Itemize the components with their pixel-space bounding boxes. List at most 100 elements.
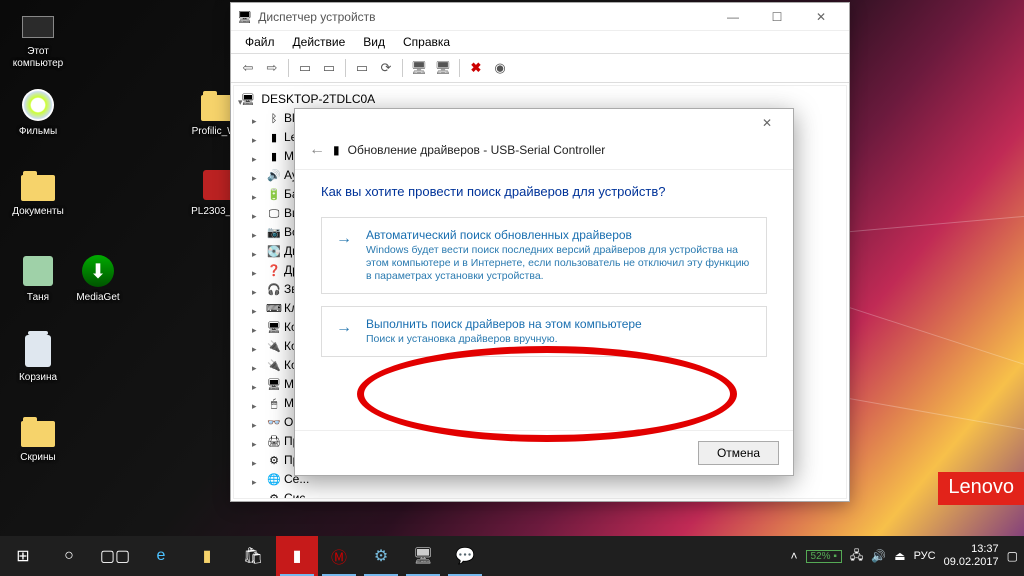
option-description: Windows будет вести поиск последних верс…: [366, 244, 754, 283]
wizard-back-button[interactable]: ←: [309, 141, 325, 159]
desktop-icon-documents[interactable]: Документы: [8, 168, 68, 218]
monitor-icon: [22, 16, 54, 38]
battery-indicator[interactable]: 52% ▪: [806, 550, 842, 563]
expand-icon[interactable]: ▸: [252, 169, 262, 179]
menu-view[interactable]: Вид: [355, 33, 393, 51]
usb-icon[interactable]: ⏏: [894, 549, 905, 563]
device-category-icon: 👓: [266, 414, 282, 432]
clock-date: 09.02.2017: [944, 556, 999, 569]
taskbar-app-mcafee[interactable]: Ⓜ: [318, 536, 360, 576]
toolbar-btn[interactable]: 🖥: [408, 57, 430, 79]
uninstall-button[interactable]: ✖: [465, 57, 487, 79]
option-auto-search[interactable]: → Автоматический поиск обновленных драйв…: [321, 217, 767, 294]
tree-root[interactable]: ▾ 🖥 DESKTOP-2TDLC0A: [236, 90, 842, 109]
network-icon[interactable]: 🖧: [850, 546, 863, 567]
device-category-icon: 🔌: [266, 338, 282, 356]
expand-icon[interactable]: ▸: [252, 264, 262, 274]
option-title: Выполнить поиск драйверов на этом компью…: [366, 317, 754, 331]
search-button[interactable]: ○: [46, 547, 92, 565]
option-browse-computer[interactable]: → Выполнить поиск драйверов на этом комп…: [321, 306, 767, 357]
store-app[interactable]: 🛍: [230, 546, 276, 566]
wizard-header: ← ▮ Обновление драйверов - USB-Serial Co…: [295, 137, 793, 170]
expand-icon[interactable]: ▸: [252, 321, 262, 331]
menu-help[interactable]: Справка: [395, 33, 458, 51]
menu-file[interactable]: Файл: [237, 33, 283, 51]
device-category-icon: 🌐: [266, 471, 282, 489]
wizard-close-button[interactable]: ✕: [745, 110, 789, 136]
tree-root-label: DESKTOP-2TDLC0A: [261, 92, 375, 106]
task-view-button[interactable]: ▢▢: [92, 546, 138, 566]
edge-app[interactable]: e: [138, 547, 184, 565]
cancel-button[interactable]: Отмена: [698, 441, 779, 465]
scan-button[interactable]: ◉: [489, 57, 511, 79]
expand-icon[interactable]: ▸: [252, 131, 262, 141]
expand-icon[interactable]: ▸: [252, 112, 262, 122]
titlebar[interactable]: 🖥 Диспетчер устройств — ☐ ✕: [231, 3, 849, 31]
desktop-icon-movies[interactable]: Фильмы: [8, 88, 68, 138]
desktop-icon-trash[interactable]: Корзина: [8, 334, 68, 384]
toolbar-btn[interactable]: 🖥: [432, 57, 454, 79]
device-category-icon: ⚙: [266, 452, 282, 470]
minimize-button[interactable]: —: [711, 3, 755, 31]
tray-up-icon[interactable]: ˄: [791, 549, 798, 563]
maximize-button[interactable]: ☐: [755, 3, 799, 31]
back-button[interactable]: ⇦: [237, 57, 259, 79]
wizard-title: Обновление драйверов - USB-Serial Contro…: [348, 143, 606, 157]
expand-icon[interactable]: ▸: [252, 188, 262, 198]
expand-icon[interactable]: ▸: [252, 150, 262, 160]
taskbar-app[interactable]: 💬: [444, 536, 486, 576]
toolbar-btn[interactable]: ▭: [351, 57, 373, 79]
toolbar-btn[interactable]: ▭: [318, 57, 340, 79]
device-category-icon: ▮: [266, 129, 282, 147]
expand-icon[interactable]: ▸: [252, 492, 262, 499]
expand-icon[interactable]: ▸: [252, 245, 262, 255]
desktop-icon-user[interactable]: Таня: [8, 254, 68, 304]
expand-icon[interactable]: ▸: [252, 435, 262, 445]
menu-action[interactable]: Действие: [285, 33, 354, 51]
expand-icon[interactable]: ▸: [252, 397, 262, 407]
taskbar-app-devmgr[interactable]: 🖥: [402, 536, 444, 576]
device-category-icon: ▮: [266, 148, 282, 166]
forward-button[interactable]: ⇨: [261, 57, 283, 79]
desktop-icon-mediaget[interactable]: ⬇ MediaGet: [68, 254, 128, 304]
device-category-icon: 🖨: [266, 433, 282, 451]
expand-icon[interactable]: ▸: [252, 359, 262, 369]
start-button[interactable]: ⊞: [0, 546, 46, 566]
volume-icon[interactable]: 🔊: [871, 549, 886, 563]
expand-icon[interactable]: ▸: [252, 302, 262, 312]
expand-icon[interactable]: ▸: [252, 416, 262, 426]
close-button[interactable]: ✕: [799, 3, 843, 31]
clock-time: 13:37: [944, 543, 999, 556]
download-icon: ⬇: [82, 255, 114, 287]
collapse-icon[interactable]: ▾: [238, 93, 248, 103]
installer-icon: [203, 170, 233, 200]
toolbar: ⇦ ⇨ ▭ ▭ ▭ ⟳ 🖥 🖥 ✖ ◉: [231, 54, 849, 83]
desktop-icon-screenshots[interactable]: Скрины: [8, 414, 68, 464]
clock[interactable]: 13:37 09.02.2017: [944, 543, 999, 569]
tree-node[interactable]: ▸⚙Сис...: [236, 489, 842, 499]
expand-icon[interactable]: ▸: [252, 226, 262, 236]
expand-icon[interactable]: ▸: [252, 283, 262, 293]
taskbar-app[interactable]: ⚙: [360, 536, 402, 576]
trash-icon: [25, 335, 51, 367]
device-category-icon: 📷: [266, 224, 282, 242]
desktop-icon-this-pc[interactable]: Этоткомпьютер: [8, 8, 68, 70]
expand-icon[interactable]: ▸: [252, 454, 262, 464]
option-title: Автоматический поиск обновленных драйвер…: [366, 228, 754, 242]
expand-icon[interactable]: ▸: [252, 207, 262, 217]
device-category-icon: 🎧: [266, 281, 282, 299]
taskbar-app[interactable]: ▮: [276, 536, 318, 576]
explorer-app[interactable]: ▮: [184, 546, 230, 566]
expand-icon[interactable]: ▸: [252, 473, 262, 483]
toolbar-btn[interactable]: ▭: [294, 57, 316, 79]
refresh-button[interactable]: ⟳: [375, 57, 397, 79]
desktop-icon-label: Скрины: [8, 452, 68, 464]
expand-icon[interactable]: ▸: [252, 340, 262, 350]
action-center-icon[interactable]: ▢: [1007, 549, 1018, 563]
wizard-question: Как вы хотите провести поиск драйверов д…: [321, 184, 767, 199]
driver-update-wizard: ✕ ← ▮ Обновление драйверов - USB-Serial …: [294, 108, 794, 476]
option-description: Поиск и установка драйверов вручную.: [366, 333, 754, 346]
expand-icon[interactable]: ▸: [252, 378, 262, 388]
desktop-icon-label: Таня: [8, 292, 68, 304]
language-indicator[interactable]: РУС: [914, 550, 936, 562]
